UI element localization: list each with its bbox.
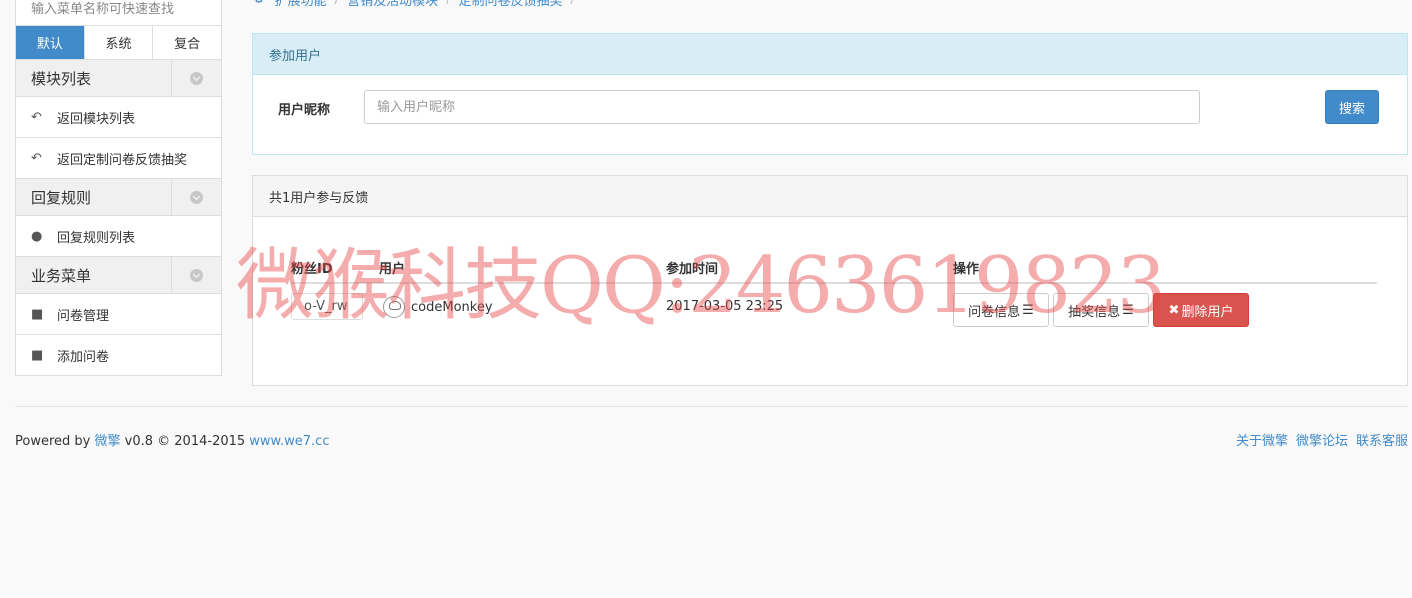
avatar xyxy=(383,296,405,318)
sidebar-item-reply-rule-list[interactable]: ● 回复规则列表 xyxy=(15,216,222,257)
delete-user-button[interactable]: ✖ 删除用户 xyxy=(1153,293,1249,327)
footer-link-contact[interactable]: 联系客服 xyxy=(1356,430,1408,449)
join-time-cell: 2017-03-05 23:25 xyxy=(666,299,784,314)
breadcrumb-separator: / xyxy=(335,0,339,7)
fans-id-cell[interactable]: o-V_rw xyxy=(291,293,363,320)
table-row: o-V_rw codeMonkey 2017-03-05 23:25 问卷信息 … xyxy=(291,284,1377,332)
breadcrumb: ⚙ 扩展功能 / 营销及活动模块 / 定制问卷反馈抽奖 / xyxy=(253,0,583,9)
button-label: 问卷信息 xyxy=(968,304,1021,320)
search-form: 用户昵称 搜索 xyxy=(253,75,1407,155)
nickname-label: 用户昵称 xyxy=(278,103,331,118)
group-reply-rules[interactable]: 回复规则 xyxy=(15,179,222,216)
user-cell: codeMonkey xyxy=(383,296,493,318)
reply-icon: ↶ xyxy=(31,150,42,166)
puzzle-icon: ■ xyxy=(31,306,44,322)
panel-heading: 参加用户 xyxy=(253,34,1407,75)
menu-search-input[interactable]: 输入菜单名称可快速查找 xyxy=(15,0,222,26)
breadcrumb-item[interactable]: 扩展功能 xyxy=(275,0,327,9)
breadcrumb-separator: / xyxy=(570,0,574,7)
sidebar-item-return-modules[interactable]: ↶ 返回模块列表 xyxy=(15,97,222,138)
breadcrumb-separator: / xyxy=(446,0,450,7)
breadcrumb-item[interactable]: 营销及活动模块 xyxy=(347,0,438,9)
group-module-list[interactable]: 模块列表 xyxy=(15,60,222,97)
close-icon: ✖ xyxy=(1168,302,1180,318)
chevron-down-icon xyxy=(190,71,203,85)
button-label: 抽奖信息 xyxy=(1068,304,1121,320)
version-text: v0.8 © 2014-2015 xyxy=(124,434,246,449)
button-label: 删除用户 xyxy=(1181,304,1234,320)
collapse-toggle[interactable] xyxy=(171,60,221,96)
sidebar-item-label: 回复规则列表 xyxy=(57,230,136,246)
reply-icon: ↶ xyxy=(31,109,42,125)
group-title: 业务菜单 xyxy=(31,266,92,285)
breadcrumb-item[interactable]: 定制问卷反馈抽奖 xyxy=(458,0,562,9)
footer-copyright: Powered by 微擎 v0.8 © 2014-2015 www.we7.c… xyxy=(15,430,329,449)
nickname-input[interactable] xyxy=(364,90,1200,124)
survey-info-button[interactable]: 问卷信息 ☰ xyxy=(953,293,1049,327)
sidebar-item-return-survey[interactable]: ↶ 返回定制问卷反馈抽奖 xyxy=(15,138,222,179)
lottery-info-button[interactable]: 抽奖信息 ☰ xyxy=(1053,293,1149,327)
brand-link[interactable]: 微擎 xyxy=(95,434,121,449)
column-join-time: 参加时间 xyxy=(666,262,719,277)
footer-links: 关于微擎 微擎论坛 联系客服 xyxy=(1236,430,1408,449)
sidebar-item-label: 返回模块列表 xyxy=(57,111,136,127)
list-icon: ☰ xyxy=(1022,302,1034,318)
column-actions: 操作 xyxy=(953,262,980,277)
list-icon: ☰ xyxy=(1122,302,1134,318)
footer-link-about[interactable]: 关于微擎 xyxy=(1236,430,1288,449)
gear-icon: ⚙ xyxy=(253,0,265,7)
footer-link-forum[interactable]: 微擎论坛 xyxy=(1296,430,1348,449)
sidebar-item-add-survey[interactable]: ■ 添加问卷 xyxy=(15,335,222,376)
search-button[interactable]: 搜索 xyxy=(1325,90,1379,124)
group-title: 模块列表 xyxy=(31,69,92,88)
sidebar-item-label: 问卷管理 xyxy=(57,308,110,324)
menu-tabs: 默认 系统 复合 xyxy=(15,26,222,60)
tab-composite[interactable]: 复合 xyxy=(152,26,221,59)
sidebar-item-label: 返回定制问卷反馈抽奖 xyxy=(57,152,188,168)
column-fans-id: 粉丝ID xyxy=(291,262,333,277)
search-panel: 参加用户 用户昵称 搜索 xyxy=(252,33,1408,155)
site-link[interactable]: www.we7.cc xyxy=(249,434,329,449)
group-title: 回复规则 xyxy=(31,188,92,207)
chevron-down-icon xyxy=(190,268,203,282)
column-user: 用户 xyxy=(379,262,406,277)
comments-icon: ● xyxy=(31,228,43,244)
puzzle-icon: ■ xyxy=(31,347,44,363)
table-header: 粉丝ID 用户 参加时间 操作 xyxy=(291,256,1377,284)
participants-table: 粉丝ID 用户 参加时间 操作 o-V_rw codeMonkey 2017-0… xyxy=(291,256,1377,332)
collapse-toggle[interactable] xyxy=(171,257,221,293)
sidebar-item-label: 添加问卷 xyxy=(57,349,110,365)
participants-panel: 共1用户参与反馈 粉丝ID 用户 参加时间 操作 o-V_rw codeMonk… xyxy=(252,175,1408,386)
tab-default[interactable]: 默认 xyxy=(16,26,84,59)
footer-divider xyxy=(15,406,1408,407)
sidebar-item-survey-manage[interactable]: ■ 问卷管理 xyxy=(15,294,222,335)
sidebar: 输入菜单名称可快速查找 默认 系统 复合 模块列表 ↶ 返回模块列表 ↶ 返回定… xyxy=(15,0,222,376)
user-nickname: codeMonkey xyxy=(411,299,493,315)
group-business-menu[interactable]: 业务菜单 xyxy=(15,257,222,294)
collapse-toggle[interactable] xyxy=(171,179,221,215)
powered-by-text: Powered by xyxy=(15,434,91,449)
panel-heading: 共1用户参与反馈 xyxy=(253,176,1407,217)
tab-system[interactable]: 系统 xyxy=(83,26,153,59)
chevron-down-icon xyxy=(190,190,203,204)
